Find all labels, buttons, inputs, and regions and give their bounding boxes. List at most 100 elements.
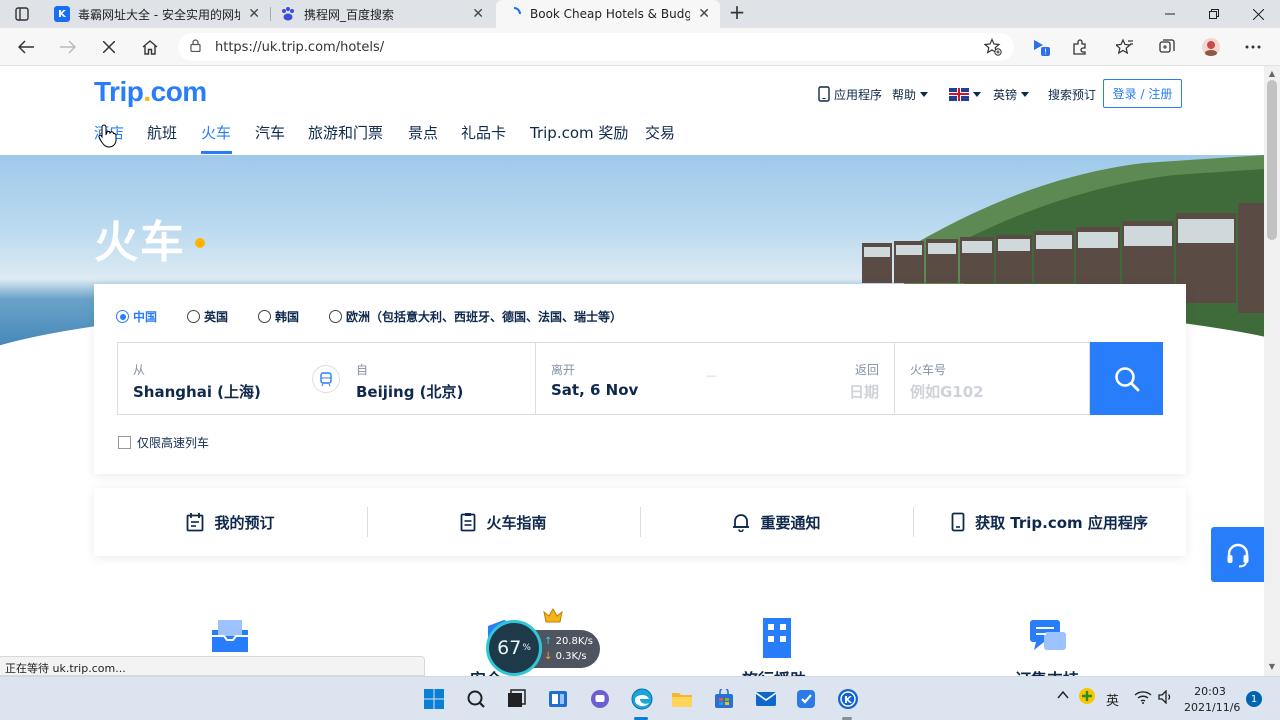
volume-icon[interactable] xyxy=(1158,689,1174,707)
browser-tab-baidu[interactable]: 携程网_百度搜索 ✕ xyxy=(270,0,494,28)
region-radio-china[interactable]: 中国 xyxy=(116,308,187,325)
quick-link-label: 火车指南 xyxy=(486,513,547,532)
nav-item-trains[interactable]: 火车 xyxy=(201,122,232,154)
nav-item-rewards[interactable]: Trip.com 奖励 xyxy=(530,122,645,154)
extensions-puzzle-icon[interactable] xyxy=(1069,36,1091,58)
more-menu-icon[interactable] xyxy=(1242,36,1264,58)
to-field[interactable]: 自 Beijing (北京) xyxy=(341,343,536,414)
customer-support-button[interactable] xyxy=(1211,527,1264,582)
ime-indicator[interactable]: 英 xyxy=(1106,690,1119,709)
upload-speed: 20.8 xyxy=(555,636,578,647)
download-speed: 0.3 xyxy=(555,651,572,662)
edge-browser-icon[interactable] xyxy=(630,687,654,711)
tray-overflow-icon[interactable] xyxy=(1057,689,1069,703)
browser-tab-duba[interactable]: K 毒霸网址大全 - 安全实用的网址导航 ✕ xyxy=(44,0,270,28)
nav-item-deals[interactable]: 交易 xyxy=(645,122,685,154)
page-scrollbar[interactable]: ▲ ▼ xyxy=(1264,66,1280,676)
nav-item-tours[interactable]: 旅游和门票 xyxy=(308,122,408,154)
nav-item-attractions[interactable]: 景点 xyxy=(408,122,461,154)
network-speed-widget[interactable]: 67% ↑ 20.8K/s ↓ 0.3K/s xyxy=(486,607,600,676)
collections-icon[interactable] xyxy=(1156,36,1178,58)
nav-item-flights[interactable]: 航班 xyxy=(147,122,201,154)
region-radio-europe[interactable]: 欧洲（包括意大利、西班牙、德国、法国、瑞士等） xyxy=(329,308,622,325)
route-field: 从 Shanghai (上海) 自 Beijing (北京) xyxy=(118,343,536,414)
close-window-icon[interactable] xyxy=(1236,0,1280,28)
radio-label: 韩国 xyxy=(275,310,300,324)
date-field[interactable]: 离开 Sat, 6 Nov — 返回 日期 xyxy=(536,343,895,414)
my-bookings-link[interactable]: 我的预订 xyxy=(94,488,367,556)
train-number-field[interactable]: 火车号 例如G102 xyxy=(895,343,1089,414)
profile-avatar-icon[interactable] xyxy=(1200,36,1222,58)
to-value: Beijing (北京) xyxy=(356,383,464,401)
headset-icon xyxy=(1227,543,1248,567)
uk-flag-icon xyxy=(949,87,969,101)
new-tab-button[interactable]: + xyxy=(726,2,748,24)
teams-chat-icon[interactable] xyxy=(588,687,612,711)
tray-app-icon[interactable] xyxy=(1078,687,1096,708)
mouse-cursor-icon xyxy=(98,124,117,148)
help-dropdown[interactable]: 帮助 xyxy=(892,80,929,108)
web-page: Trip.com 应用程序 帮助 英镑 搜索预订 登录 / 注册 酒店 航班 火… xyxy=(0,66,1264,676)
scroll-down-arrow-icon[interactable]: ▼ xyxy=(1267,662,1277,672)
favorites-icon[interactable] xyxy=(1114,36,1136,58)
region-radio-uk[interactable]: 英国 xyxy=(187,308,258,325)
home-icon[interactable] xyxy=(138,36,162,58)
tab-title: Book Cheap Hotels & Budget Accommodation xyxy=(530,7,691,21)
search-taskbar-icon[interactable] xyxy=(464,687,488,711)
search-icon xyxy=(1114,366,1139,391)
hero-accent-dot xyxy=(195,238,205,248)
file-explorer-icon[interactable] xyxy=(670,687,694,711)
nav-item-gift-cards[interactable]: 礼品卡 xyxy=(461,122,530,154)
train-guide-link[interactable]: 火车指南 xyxy=(367,488,640,556)
wifi-icon[interactable] xyxy=(1134,690,1152,707)
system-clock[interactable]: 20:03 2021/11/6 xyxy=(1184,684,1241,716)
currency-dropdown[interactable]: 英镑 xyxy=(993,80,1030,108)
from-field[interactable]: 从 Shanghai (上海) xyxy=(118,343,326,414)
lock-icon[interactable] xyxy=(190,39,201,55)
duba-browser-icon[interactable]: K xyxy=(836,687,860,711)
stop-loading-icon[interactable] xyxy=(97,36,121,58)
start-windows-icon[interactable] xyxy=(422,687,446,711)
mail-icon[interactable] xyxy=(754,687,778,711)
upload-arrow-icon: ↑ xyxy=(544,636,553,647)
widgets-icon[interactable] xyxy=(546,687,570,711)
app-download-link[interactable]: 应用程序 xyxy=(818,80,882,108)
scroll-up-arrow-icon[interactable]: ▲ xyxy=(1267,69,1277,79)
search-button[interactable] xyxy=(1090,342,1163,415)
back-arrow-icon[interactable] xyxy=(14,36,38,58)
tab-close-icon[interactable]: ✕ xyxy=(472,6,484,22)
tab-title: 毒霸网址大全 - 安全实用的网址导航 xyxy=(78,7,241,22)
region-radio-korea[interactable]: 韩国 xyxy=(258,308,329,325)
search-bookings-link[interactable]: 搜索预订 xyxy=(1048,80,1096,108)
browser-tab-trip[interactable]: Book Cheap Hotels & Budget Accommodation… xyxy=(496,0,720,28)
scrollbar-thumb[interactable] xyxy=(1267,80,1277,240)
tab-close-icon[interactable]: ✕ xyxy=(698,6,710,22)
swap-stations-button[interactable] xyxy=(312,365,340,393)
browser-status-bar: 正在等待 uk.trip.com... xyxy=(0,656,425,676)
svg-text:!: ! xyxy=(1044,48,1047,57)
restore-icon[interactable] xyxy=(1192,0,1236,28)
baidu-paw-icon xyxy=(280,6,296,22)
help-label: 帮助 xyxy=(892,87,917,102)
trip-logo[interactable]: Trip.com xyxy=(94,76,207,108)
high-speed-checkbox[interactable]: 仅限高速列车 xyxy=(118,434,209,451)
language-dropdown[interactable] xyxy=(949,80,981,108)
app-k-icon[interactable] xyxy=(794,687,818,711)
nav-item-cars[interactable]: 汽车 xyxy=(255,122,308,154)
clock-date: 2021/11/6 xyxy=(1184,701,1241,714)
tab-close-icon[interactable]: ✕ xyxy=(248,6,260,22)
minimize-icon[interactable] xyxy=(1148,0,1192,28)
forward-arrow-icon[interactable] xyxy=(56,36,80,58)
login-register-button[interactable]: 登录 / 注册 xyxy=(1103,79,1182,108)
tab-title: 携程网_百度搜索 xyxy=(304,7,395,22)
task-view-icon[interactable] xyxy=(504,687,528,711)
get-app-link[interactable]: 获取 Trip.com 应用程序 xyxy=(913,488,1186,556)
important-notice-link[interactable]: 重要通知 xyxy=(640,488,913,556)
add-favorite-icon[interactable] xyxy=(982,36,1004,58)
tab-actions-icon[interactable] xyxy=(8,4,36,24)
url-input[interactable]: https://uk.trip.com/hotels/ xyxy=(178,33,1014,61)
extension-notify-icon[interactable]: ! xyxy=(1030,36,1052,58)
train-number-placeholder: 例如G102 xyxy=(910,383,984,401)
store-icon[interactable] xyxy=(712,687,736,711)
notification-badge[interactable]: 1 xyxy=(1246,691,1262,707)
